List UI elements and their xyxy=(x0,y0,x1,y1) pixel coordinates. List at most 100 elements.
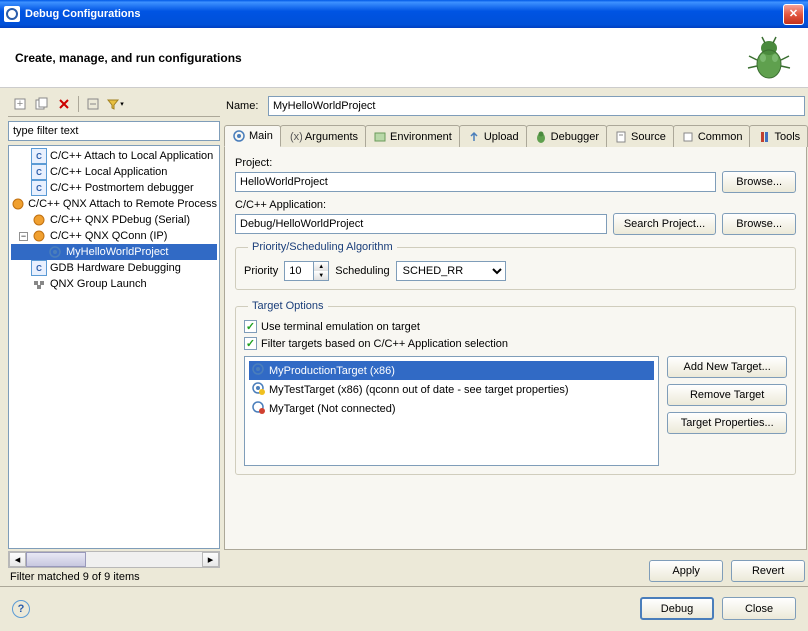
scroll-thumb[interactable] xyxy=(26,552,86,567)
dialog-header: Create, manage, and run configurations xyxy=(0,28,808,88)
target-label: MyTarget (Not connected) xyxy=(269,403,396,415)
scroll-right-button[interactable]: ▸ xyxy=(202,552,219,567)
target-label: MyProductionTarget (x86) xyxy=(269,365,395,377)
tree-toggle-icon[interactable]: − xyxy=(19,232,28,241)
terminal-checkbox[interactable]: ✓ xyxy=(244,320,257,333)
remove-target-button[interactable]: Remove Target xyxy=(667,384,787,406)
target-item[interactable]: MyProductionTarget (x86) xyxy=(249,361,654,380)
targets-list[interactable]: MyProductionTarget (x86) MyTestTarget (x8… xyxy=(244,356,659,466)
tab-icon xyxy=(534,130,548,144)
tab-icon xyxy=(614,130,628,144)
tree-item-label: C/C++ QNX PDebug (Serial) xyxy=(50,214,190,226)
target-properties-button[interactable]: Target Properties... xyxy=(667,412,787,434)
tab-label: Common xyxy=(698,131,743,143)
tab-main[interactable]: Main xyxy=(224,125,281,147)
filter-targets-checkbox[interactable]: ✓ xyxy=(244,337,257,350)
add-target-button[interactable]: Add New Target... xyxy=(667,356,787,378)
priority-legend: Priority/Scheduling Algorithm xyxy=(248,241,397,253)
bug-icon xyxy=(745,34,793,82)
tab-label: Arguments xyxy=(305,131,358,143)
priority-label: Priority xyxy=(244,265,278,277)
right-panel: Name: Main (x)=Arguments Environment Upload… xyxy=(224,92,807,586)
tab-label: Main xyxy=(249,130,273,142)
project-input[interactable] xyxy=(235,172,716,192)
tree-item-label: C/C++ Attach to Local Application xyxy=(50,150,213,162)
tab-source[interactable]: Source xyxy=(606,125,674,147)
target-label: MyTestTarget (x86) (qconn out of date - … xyxy=(269,384,569,396)
config-tree[interactable]: CC/C++ Attach to Local ApplicationCC/C++… xyxy=(8,145,220,549)
dialog-footer: ? Debug Close xyxy=(0,586,808,630)
application-input[interactable] xyxy=(235,214,607,234)
tab-label: Source xyxy=(631,131,666,143)
tree-item-label: C/C++ QNX Attach to Remote Process xyxy=(28,198,217,210)
scheduling-select[interactable]: SCHED_RR xyxy=(396,261,506,281)
close-button[interactable]: Close xyxy=(722,597,796,620)
search-project-button[interactable]: Search Project... xyxy=(613,213,716,235)
target-item[interactable]: MyTestTarget (x86) (qconn out of date - … xyxy=(249,380,654,399)
collapse-all-button[interactable] xyxy=(83,94,103,114)
app-icon xyxy=(4,6,20,22)
close-icon[interactable]: ✕ xyxy=(783,4,804,25)
tree-item[interactable]: −C/C++ QNX QConn (IP) xyxy=(11,228,217,244)
tab-icon xyxy=(681,130,695,144)
priority-spinner[interactable]: ▲ ▼ xyxy=(284,261,329,281)
project-label: Project: xyxy=(235,157,796,169)
tab-label: Debugger xyxy=(551,131,599,143)
application-browse-button[interactable]: Browse... xyxy=(722,213,796,235)
tree-item-label: MyHelloWorldProject xyxy=(66,246,169,258)
horizontal-scrollbar[interactable]: ◂ ▸ xyxy=(8,551,220,568)
tab-arguments[interactable]: (x)=Arguments xyxy=(280,125,366,147)
tab-icon xyxy=(232,129,246,143)
scroll-left-button[interactable]: ◂ xyxy=(9,552,26,567)
tab-icon xyxy=(757,130,771,144)
tab-icon xyxy=(467,130,481,144)
filter-targets-label: Filter targets based on C/C++ Applicatio… xyxy=(261,338,508,350)
main-tab-content: Project: Browse... C/C++ Application: Se… xyxy=(224,147,807,550)
title-bar: Debug Configurations ✕ xyxy=(0,0,808,28)
tab-icon: (x)= xyxy=(288,130,302,144)
tab-environment[interactable]: Environment xyxy=(365,125,460,147)
tab-label: Upload xyxy=(484,131,519,143)
tree-item-label: QNX Group Launch xyxy=(50,278,147,290)
apply-button[interactable]: Apply xyxy=(649,560,723,582)
scheduling-label: Scheduling xyxy=(335,265,389,277)
debug-button[interactable]: Debug xyxy=(640,597,714,620)
tree-item[interactable]: C/C++ QNX Attach to Remote Process xyxy=(11,196,217,212)
revert-button[interactable]: Revert xyxy=(731,560,805,582)
tree-item[interactable]: CC/C++ Postmortem debugger xyxy=(11,180,217,196)
tree-item-label: C/C++ Postmortem debugger xyxy=(50,182,194,194)
tree-item-label: C/C++ Local Application xyxy=(50,166,167,178)
tab-label: Environment xyxy=(390,131,452,143)
priority-down-button[interactable]: ▼ xyxy=(314,271,328,280)
help-icon[interactable]: ? xyxy=(12,600,30,618)
tree-item[interactable]: CGDB Hardware Debugging xyxy=(11,260,217,276)
tree-item[interactable]: CC/C++ Attach to Local Application xyxy=(11,148,217,164)
filter-input[interactable] xyxy=(8,121,220,141)
tab-common[interactable]: Common xyxy=(673,125,751,147)
tree-item[interactable]: CC/C++ Local Application xyxy=(11,164,217,180)
new-config-button[interactable]: + xyxy=(10,94,30,114)
tree-item[interactable]: MyHelloWorldProject xyxy=(11,244,217,260)
delete-config-button[interactable] xyxy=(54,94,74,114)
duplicate-config-button[interactable] xyxy=(32,94,52,114)
target-options-group: Target Options ✓ Use terminal emulation … xyxy=(235,300,796,475)
priority-value[interactable] xyxy=(285,262,313,280)
priority-up-button[interactable]: ▲ xyxy=(314,262,328,271)
left-panel: + ▾ CC/C++ Attach to Local ApplicationCC… xyxy=(8,92,220,586)
name-input[interactable] xyxy=(268,96,805,116)
priority-group: Priority/Scheduling Algorithm Priority ▲… xyxy=(235,241,796,290)
tab-debugger[interactable]: Debugger xyxy=(526,125,607,147)
target-item[interactable]: MyTarget (Not connected) xyxy=(249,399,654,418)
tab-upload[interactable]: Upload xyxy=(459,125,527,147)
header-title: Create, manage, and run configurations xyxy=(15,51,242,65)
project-browse-button[interactable]: Browse... xyxy=(722,171,796,193)
tree-item[interactable]: QNX Group Launch xyxy=(11,276,217,292)
svg-text:(x)=: (x)= xyxy=(290,131,302,143)
tree-item-label: GDB Hardware Debugging xyxy=(50,262,181,274)
name-label: Name: xyxy=(226,100,262,112)
tab-label: Tools xyxy=(774,131,800,143)
tabs-bar: Main (x)=Arguments Environment Upload Debugg… xyxy=(224,124,807,147)
tab-tools[interactable]: Tools xyxy=(749,125,808,147)
filter-button[interactable]: ▾ xyxy=(105,94,125,114)
tree-item[interactable]: C/C++ QNX PDebug (Serial) xyxy=(11,212,217,228)
